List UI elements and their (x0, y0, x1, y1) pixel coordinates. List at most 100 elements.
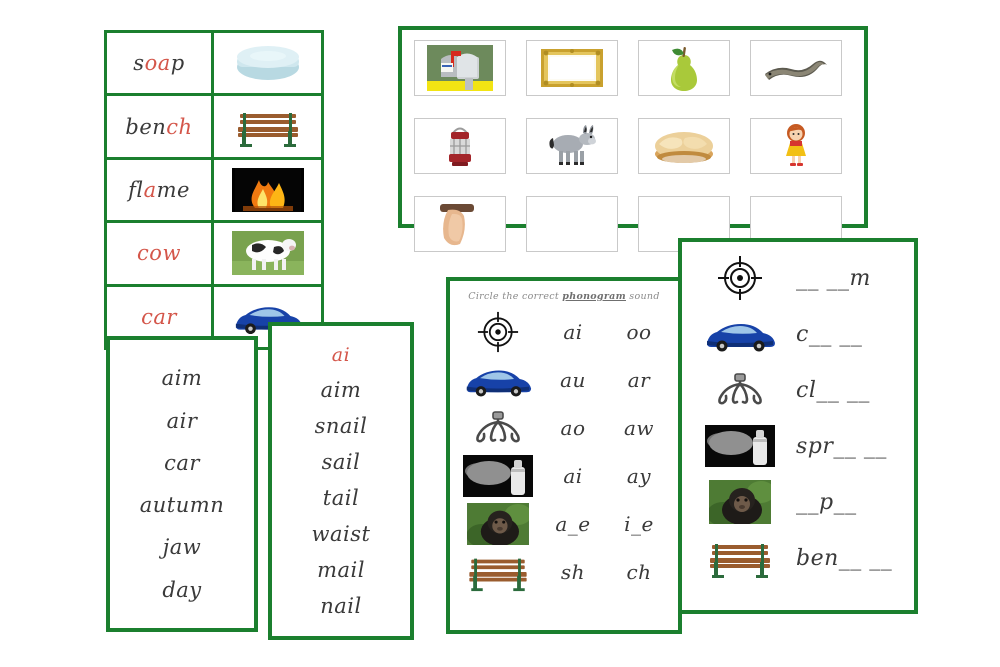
phonogram-option-right[interactable]: i_e (606, 512, 672, 536)
target-icon (718, 256, 762, 300)
picture-cell (526, 40, 618, 96)
phonogram-option-right[interactable]: oo (606, 320, 672, 344)
picture-cell (456, 501, 540, 547)
answer-blank[interactable]: spr__ __ (792, 434, 908, 459)
cow-icon (231, 231, 304, 276)
picture-cell (688, 364, 792, 416)
phonogram-option-left[interactable]: sh (540, 560, 606, 584)
picture-cell (214, 159, 321, 221)
claw-icon (718, 373, 762, 405)
picture-cell (214, 96, 321, 157)
word-cell: flame (107, 159, 211, 221)
picture-cell (456, 453, 540, 499)
picture-cell (414, 40, 506, 96)
blue-car-icon (466, 370, 532, 397)
park-bench-icon (469, 558, 527, 592)
word-highlight: oa (144, 51, 171, 76)
picture-frame-icon (541, 49, 603, 87)
spray-can-icon (463, 455, 533, 497)
table-row: bench (107, 96, 321, 157)
ai-phonogram-list-card: ai aim snail sail tail waist mail nail (268, 322, 414, 640)
picture-cell (750, 40, 842, 96)
word-prefix: s (133, 51, 145, 76)
fire-flame-icon (231, 168, 304, 213)
word-cell: bench (107, 96, 211, 157)
lantern-icon (449, 127, 471, 166)
ape-icon (467, 503, 529, 545)
picture-cell (688, 476, 792, 528)
word-highlight: a (143, 178, 157, 203)
worksheet-row: au ar (456, 356, 672, 404)
worksheet-row: ao aw (456, 404, 672, 452)
picture-cell (456, 549, 540, 595)
answer-blank[interactable]: c__ __ (792, 322, 908, 347)
title-before: Circle the correct (468, 291, 563, 302)
fill-in-row: __p__ (688, 474, 908, 530)
picture-grid-card (398, 26, 868, 252)
ai-list-heading: ai (331, 344, 351, 366)
picture-grid-row (414, 118, 852, 174)
word-prefix: fl (128, 178, 144, 203)
picture-cell (526, 118, 618, 174)
word-prefix: ben (125, 114, 167, 139)
list-item: car (164, 450, 200, 475)
picture-cell (688, 532, 792, 584)
worksheet-row: ai ay (456, 452, 672, 500)
mailbox-icon (427, 45, 493, 91)
picture-cell (688, 308, 792, 360)
word-highlight: cow (137, 241, 181, 266)
phonogram-card-collage: soap bench flame cow car aim air car aut… (0, 0, 1000, 667)
worksheet-row: ai oo (456, 308, 672, 356)
phonogram-option-right[interactable]: ch (606, 560, 672, 584)
phonogram-option-left[interactable]: ao (540, 416, 606, 440)
park-bench-icon (710, 544, 770, 578)
answer-blank[interactable]: __ __m (792, 266, 908, 291)
pear-icon (671, 47, 697, 91)
answer-blank[interactable]: cl__ __ (792, 378, 908, 403)
phonogram-option-right[interactable]: ay (606, 464, 672, 488)
picture-cell (456, 309, 540, 355)
phonogram-option-left[interactable]: a_e (540, 512, 606, 536)
fill-in-blanks-card: __ __m c__ __ cl__ __ spr__ __ __p__ ben… (678, 238, 918, 614)
list-item: mail (317, 558, 365, 582)
fill-in-row: spr__ __ (688, 418, 908, 474)
list-item: snail (314, 414, 368, 438)
list-item: aim (161, 366, 203, 391)
target-icon (477, 311, 519, 353)
hand-icon (440, 204, 474, 246)
phonogram-option-right[interactable]: aw (606, 416, 672, 440)
eel-icon (765, 60, 827, 80)
picture-cell (638, 40, 730, 96)
picture-cell (638, 118, 730, 174)
park-bench-icon (237, 112, 298, 147)
picture-cell (214, 223, 321, 284)
list-item: sail (321, 450, 361, 474)
claw-icon (476, 411, 520, 443)
blue-car-icon (707, 324, 775, 352)
list-item: nail (320, 594, 362, 618)
answer-blank[interactable]: __p__ (792, 490, 908, 515)
title-after: sound (625, 291, 660, 302)
phonogram-option-left[interactable]: ai (540, 320, 606, 344)
worksheet-row: sh ch (456, 548, 672, 596)
word-highlight: car (141, 304, 177, 329)
picture-cell (414, 196, 506, 252)
list-item: day (162, 577, 202, 602)
answer-blank[interactable]: ben__ __ (792, 546, 908, 571)
word-suffix: p (170, 51, 185, 76)
phonogram-option-right[interactable]: ar (606, 368, 672, 392)
pie-icon (655, 132, 713, 163)
picture-cell (688, 420, 792, 472)
fill-in-row: cl__ __ (688, 362, 908, 418)
picture-cell (414, 118, 506, 174)
word-suffix: me (156, 178, 190, 203)
table-row: flame (107, 159, 321, 221)
phonogram-option-left[interactable]: ai (540, 464, 606, 488)
list-item: aim (320, 378, 362, 402)
picture-cell (750, 118, 842, 174)
picture-cell (456, 357, 540, 403)
spray-can-icon (705, 425, 775, 467)
list-item: waist (311, 522, 371, 546)
list-item: jaw (162, 535, 202, 560)
phonogram-option-left[interactable]: au (540, 368, 606, 392)
